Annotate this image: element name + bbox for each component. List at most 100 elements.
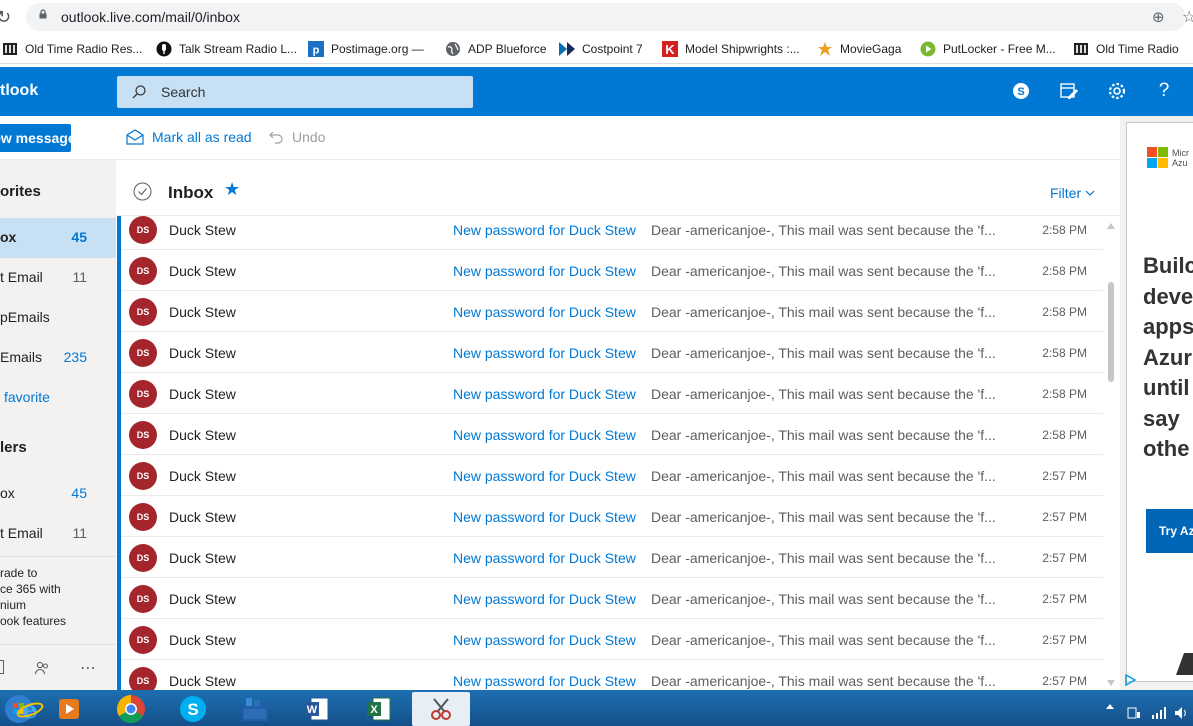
my-day-icon[interactable] — [1058, 80, 1080, 102]
message-subject: New password for Duck Stew — [453, 222, 636, 238]
app-brand[interactable]: tlook — [0, 82, 38, 100]
avatar[interactable]: DS — [129, 257, 157, 285]
ad-cta-label: Try Azu — [1159, 524, 1193, 538]
lock-icon[interactable] — [38, 9, 48, 19]
message-row[interactable]: DS Duck Stew New password for Duck Stew Dea… — [117, 373, 1103, 414]
message-preview: Dear -americanjoe-, This mail was sent b… — [651, 427, 996, 443]
avatar[interactable]: DS — [129, 462, 157, 490]
undo-button[interactable]: Undo — [268, 129, 325, 145]
avatar[interactable]: DS — [129, 626, 157, 654]
scroll-down-icon[interactable] — [1107, 680, 1115, 686]
more-apps-icon[interactable]: ⋯ — [80, 658, 97, 678]
zoom-icon[interactable]: ⊕ — [1152, 8, 1165, 26]
page-title: Inbox — [168, 183, 214, 202]
avatar[interactable]: DS — [129, 339, 157, 367]
avatar[interactable]: DS — [129, 421, 157, 449]
media-player-icon[interactable] — [42, 692, 96, 726]
avatar[interactable]: DS — [129, 544, 157, 572]
message-sender: Duck Stew — [169, 386, 236, 402]
bookmark-item[interactable]: PutLocker - Free M... — [920, 41, 1056, 57]
message-row[interactable]: DS Duck Stew New password for Duck Stew Dea… — [117, 250, 1103, 291]
upgrade-premium-link[interactable]: rade to ce 365 with nium ook features — [0, 565, 116, 629]
excel-icon[interactable]: X — [352, 692, 406, 726]
avatar[interactable]: DS — [129, 216, 157, 244]
snipping-tool-icon[interactable] — [412, 692, 470, 726]
inbox-header: Inbox ★ Filter — [117, 161, 1120, 216]
sidebar-item-junk-email[interactable]: t Email 11 — [0, 258, 116, 298]
message-row[interactable]: DS Duck Stew New password for Duck Stew Dea… — [117, 332, 1103, 373]
message-row[interactable]: DS Duck Stew New password for Duck Stew Dea… — [117, 496, 1103, 537]
avatar[interactable]: DS — [129, 298, 157, 326]
bookmark-item[interactable]: ADP Blueforce — [445, 41, 547, 57]
folder-item-inbox[interactable]: ox 45 — [0, 474, 116, 514]
bookmarks-bar: Old Time Radio Res... Talk Stream Radio L… — [0, 34, 1193, 64]
avatar[interactable]: DS — [129, 585, 157, 613]
message-sender: Duck Stew — [169, 468, 236, 484]
sidebar-item-pemails[interactable]: pEmails — [0, 298, 116, 338]
favorite-star-icon[interactable]: ★ — [224, 179, 240, 200]
reload-icon[interactable]: ↻ — [0, 7, 11, 28]
bookmark-star-icon[interactable]: ☆ — [1182, 7, 1193, 27]
word-icon[interactable]: W — [290, 692, 344, 726]
message-row[interactable]: DS Duck Stew New password for Duck Stew Dea… — [117, 537, 1103, 578]
search-input[interactable]: Search — [117, 76, 473, 108]
unread-indicator — [117, 578, 121, 619]
show-hidden-icons-icon[interactable] — [1106, 704, 1114, 709]
message-row[interactable]: DS Duck Stew New password for Duck Stew Dea… — [117, 578, 1103, 619]
add-favorite-link[interactable]: favorite — [0, 378, 116, 418]
sidebar-item-inbox[interactable]: ox 45 — [0, 218, 116, 258]
sidebar-item-label: pEmails — [0, 309, 50, 325]
avatar[interactable]: DS — [129, 380, 157, 408]
unread-count: 11 — [72, 269, 87, 285]
favorites-header[interactable]: orites — [0, 172, 116, 212]
unread-indicator — [117, 619, 121, 660]
volume-icon[interactable] — [1174, 706, 1188, 720]
filter-button[interactable]: Filter — [1050, 185, 1095, 201]
bookmark-item[interactable]: Costpoint 7 — [559, 41, 643, 57]
bookmark-item[interactable]: p Postimage.org — — [308, 41, 424, 57]
message-time: 2:57 PM — [1042, 469, 1087, 483]
select-all-checkbox-icon[interactable] — [133, 182, 152, 201]
file-explorer-icon[interactable] — [228, 692, 282, 726]
bookmark-item[interactable]: K Model Shipwrights :... — [662, 41, 800, 57]
avatar[interactable]: DS — [129, 667, 157, 690]
mark-all-read-button[interactable]: Mark all as read — [126, 129, 252, 145]
adchoices-icon[interactable] — [1124, 674, 1136, 686]
ad-cta-button[interactable]: Try Azu — [1146, 509, 1193, 553]
bookmark-item[interactable]: MovieGaga — [817, 41, 901, 57]
scroll-up-icon[interactable] — [1107, 223, 1115, 229]
settings-icon[interactable] — [1106, 80, 1128, 102]
ad-card[interactable]: Micr Azu Builc deve apps Azur until say othe T… — [1126, 122, 1193, 682]
message-row[interactable]: DS Duck Stew New password for Duck Stew Dea… — [117, 619, 1103, 660]
bookmark-item[interactable]: Old Time Radio Res... — [2, 41, 142, 57]
bookmark-item[interactable]: Old Time Radio — [1073, 41, 1179, 57]
message-sender: Duck Stew — [169, 550, 236, 566]
network-icon[interactable] — [1151, 707, 1167, 719]
help-icon[interactable]: ? — [1153, 80, 1175, 102]
message-list-scrollbar[interactable] — [1103, 216, 1120, 690]
url-text[interactable]: outlook.live.com/mail/0/inbox — [61, 9, 240, 25]
avatar[interactable]: DS — [129, 503, 157, 531]
sidebar-item-emails[interactable]: Emails 235 — [0, 338, 116, 378]
message-row[interactable]: DS Duck Stew New password for Duck Stew Dea… — [117, 414, 1103, 455]
bookmark-item[interactable]: Talk Stream Radio L... — [156, 41, 297, 57]
unread-count: 45 — [71, 229, 87, 245]
message-row[interactable]: DS Duck Stew New password for Duck Stew Dea… — [117, 455, 1103, 496]
people-icon[interactable] — [34, 660, 50, 676]
costpoint-icon — [559, 41, 575, 57]
new-message-button[interactable]: New message — [0, 124, 71, 152]
message-row[interactable]: DS Duck Stew New password for Duck Stew Dea… — [117, 660, 1103, 690]
message-row[interactable]: DS Duck Stew New password for Duck Stew Dea… — [117, 291, 1103, 332]
folder-item-junk-email[interactable]: t Email 11 — [0, 514, 116, 554]
message-row[interactable]: DS Duck Stew New password for Duck Stew Dea… — [117, 216, 1103, 250]
bookmark-label: Model Shipwrights :... — [685, 42, 800, 56]
skype-taskbar-icon[interactable]: S — [166, 692, 220, 726]
calendar-icon[interactable] — [0, 660, 4, 674]
chrome-icon[interactable] — [104, 692, 158, 726]
moviegaga-icon — [817, 41, 833, 57]
microsoft-logo-icon — [1147, 147, 1168, 168]
folders-header[interactable]: lers — [0, 428, 116, 468]
skype-icon[interactable]: S — [1010, 80, 1032, 102]
device-icon[interactable] — [1127, 707, 1141, 719]
scroll-thumb[interactable] — [1108, 282, 1114, 382]
